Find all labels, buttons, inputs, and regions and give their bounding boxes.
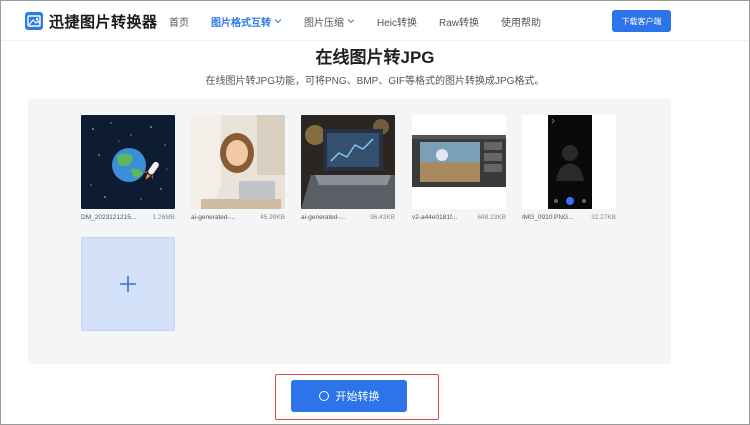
nav-label: 首页 [169,17,189,29]
page-subtitle: 在线图片转JPG功能，可将PNG、BMP、GIF等格式的图片转换成JPG格式。 [205,76,545,87]
start-convert-label: 开始转换 [335,391,380,403]
photo-editor-image [412,115,506,209]
nav-item-home[interactable]: 首页 [169,14,189,29]
circle-icon [318,391,329,401]
nav-label: 图片压缩 [304,17,344,29]
file-thumbnail[interactable] [412,115,506,209]
start-convert-button[interactable]: 开始转换 [291,380,407,412]
add-file-button[interactable] [81,237,175,331]
download-client-button[interactable]: 下载客户端 [612,10,671,32]
nav-item-heic[interactable]: Heic转换 [377,14,417,29]
laptop-image [301,115,395,209]
file-thumbnail[interactable] [191,115,285,209]
file-size: 648.23KB [477,214,506,221]
main-nav: 首页 图片格式互转 图片压缩 Heic转换 Raw转换 使用帮助 [169,1,563,41]
file-name: ai-generated-... [301,214,346,221]
logo[interactable]: 迅捷图片转换器 [25,10,158,32]
file-name: ai-generated-... [191,214,236,221]
woman-laptop-image [191,115,285,209]
nav-item-compress[interactable]: 图片压缩 [304,14,355,29]
nav-label: 使用帮助 [501,17,542,29]
file-thumbnail[interactable] [81,115,175,209]
nav-label: Heic转换 [377,17,418,29]
top-header: 迅捷图片转换器 首页 图片格式互转 图片压缩 Heic转换 Raw转换 使用帮助… [1,1,749,41]
phone-camera-image [522,115,616,209]
file-size: 32.27KB [591,214,616,221]
nav-item-format-convert[interactable]: 图片格式互转 [211,14,282,29]
logo-text: 迅捷图片转换器 [49,13,158,31]
page-title: 在线图片转JPG [315,48,435,67]
nav-item-help[interactable]: 使用帮助 [501,14,541,29]
file-size: 96.43KB [370,214,395,221]
chevron-down-icon [347,19,355,24]
plus-icon [120,276,136,292]
file-name: DM_2023121215... [81,214,137,221]
logo-icon [25,12,43,30]
file-thumbnail[interactable] [522,115,616,209]
file-thumbnail[interactable] [301,115,395,209]
nav-label: 图片格式互转 [211,17,271,29]
file-size: 45.99KB [260,214,285,221]
space-earth-rocket-image [81,115,175,209]
chevron-down-icon [274,19,282,24]
file-name: IMG_0910.PNG... [522,214,574,221]
nav-label: Raw转换 [439,17,480,29]
file-name: v2-a44e0181f... [412,214,458,221]
file-size: 1.26MB [152,214,175,221]
nav-item-raw[interactable]: Raw转换 [439,14,479,29]
